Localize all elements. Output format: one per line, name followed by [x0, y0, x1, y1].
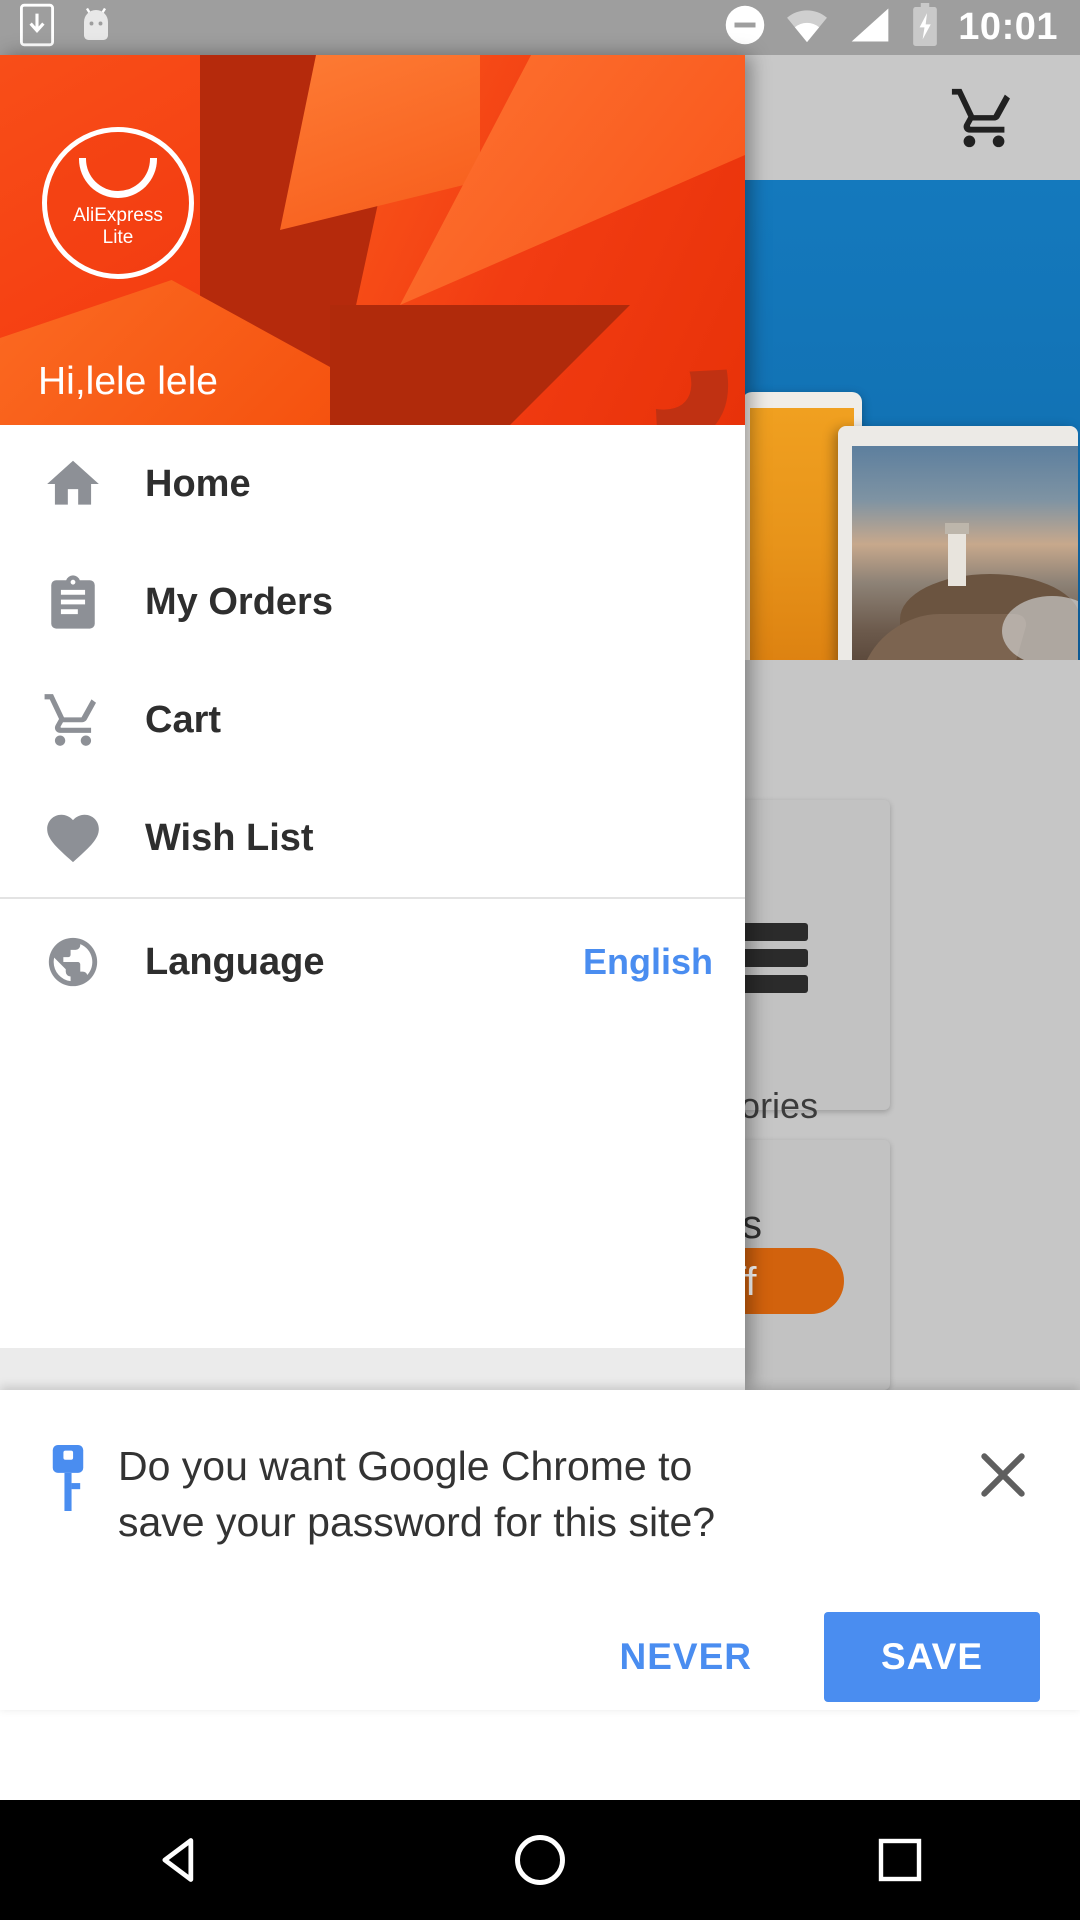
- globe-icon: [0, 933, 145, 991]
- app-logo-line1: AliExpress: [73, 204, 163, 226]
- android-icon: [76, 4, 116, 51]
- home-circle-icon[interactable]: [480, 1800, 600, 1920]
- drawer-menu-list: Home My Orders Cart Wish List Language E…: [0, 425, 745, 1025]
- status-bar: 10:01: [0, 0, 1080, 55]
- drawer-item-language-value[interactable]: English: [583, 941, 713, 983]
- drawer-item-cart-label: Cart: [145, 698, 222, 741]
- android-navigation-bar: [0, 1800, 1080, 1920]
- app-logo[interactable]: AliExpress Lite: [42, 127, 194, 279]
- key-icon: [44, 1445, 92, 1511]
- home-icon: [0, 453, 145, 515]
- clipboard-icon: [0, 573, 145, 631]
- back-triangle-icon[interactable]: [120, 1800, 240, 1920]
- drawer-item-wish-list[interactable]: Wish List: [0, 779, 745, 897]
- drawer-header: AliExpress Lite Hi,lele lele: [0, 55, 745, 425]
- drawer-item-wish-list-label: Wish List: [145, 816, 314, 859]
- drawer-item-language[interactable]: Language English: [0, 899, 745, 1025]
- shopping-bag-smile-icon: [79, 157, 157, 198]
- do-not-disturb-icon: [724, 4, 766, 51]
- status-bar-right-icons: 10:01: [724, 0, 1058, 55]
- status-bar-clock: 10:01: [958, 6, 1058, 48]
- battery-charging-icon: [910, 3, 940, 52]
- shopping-cart-icon: [0, 689, 145, 751]
- drawer-scrim[interactable]: [745, 55, 1080, 1390]
- download-icon: [20, 3, 54, 52]
- password-dialog-actions: NEVER SAVE: [620, 1612, 1040, 1702]
- drawer-bottom-strip: [0, 1348, 745, 1390]
- drawer-item-home-label: Home: [145, 462, 251, 505]
- cellular-signal-icon: [848, 6, 892, 49]
- user-greeting: Hi,lele lele: [38, 360, 218, 403]
- drawer-item-language-label: Language: [145, 940, 325, 983]
- close-icon[interactable]: [968, 1440, 1038, 1510]
- navigation-drawer: AliExpress Lite Hi,lele lele Home My Ord…: [0, 55, 745, 1390]
- wifi-icon: [784, 6, 830, 49]
- password-save-dialog: Do you want Google Chrome to save your p…: [0, 1390, 1080, 1710]
- drawer-item-my-orders[interactable]: My Orders: [0, 543, 745, 661]
- drawer-item-cart[interactable]: Cart: [0, 661, 745, 779]
- password-dialog-message: Do you want Google Chrome to save your p…: [118, 1443, 716, 1545]
- save-button[interactable]: SAVE: [824, 1612, 1040, 1702]
- status-bar-left-icons: [20, 0, 116, 55]
- drawer-item-home[interactable]: Home: [0, 425, 745, 543]
- app-logo-line2: Lite: [102, 226, 134, 248]
- recents-square-icon[interactable]: [840, 1800, 960, 1920]
- never-button[interactable]: NEVER: [620, 1636, 752, 1678]
- heart-icon: [0, 807, 145, 869]
- drawer-item-my-orders-label: My Orders: [145, 580, 333, 623]
